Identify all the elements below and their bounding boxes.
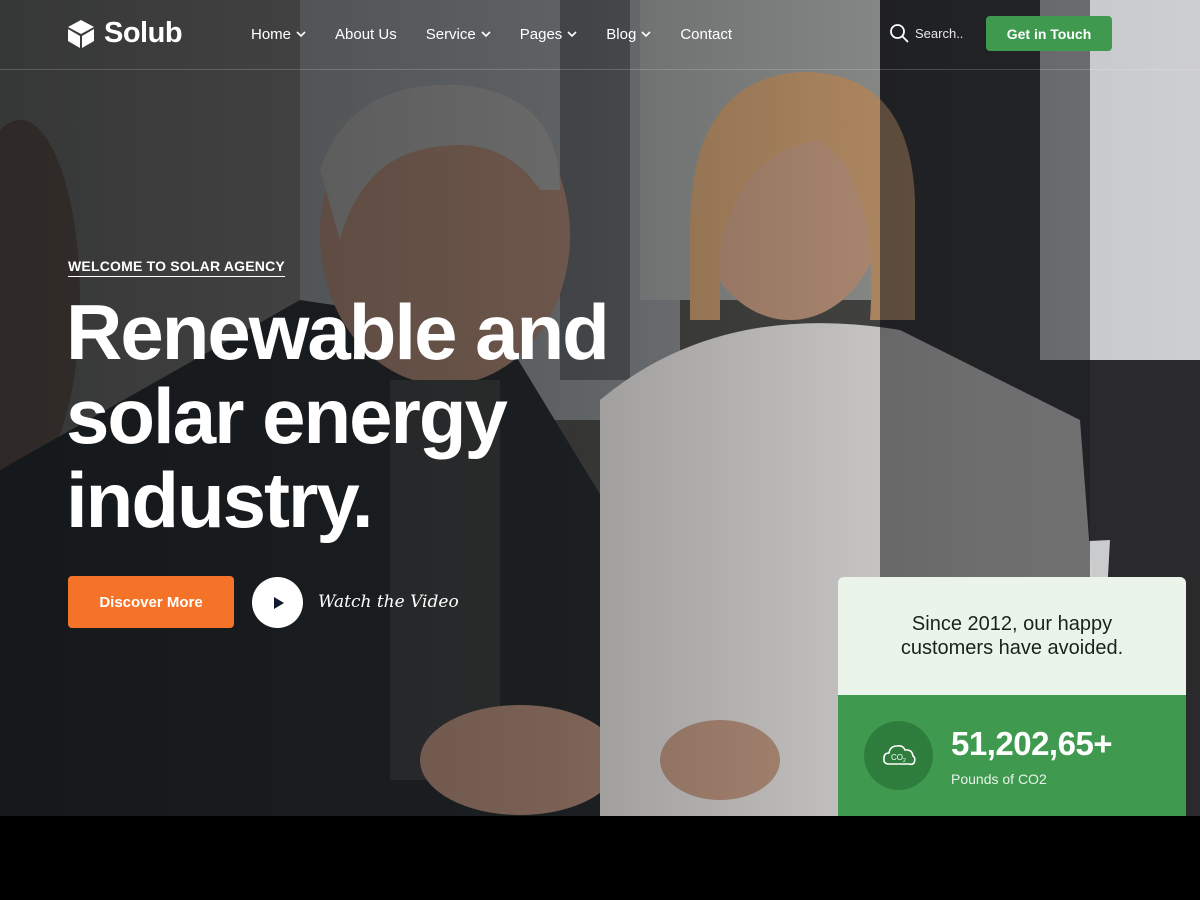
brand-logo[interactable]: Solub [67,17,183,50]
chevron-down-icon [567,31,577,38]
nav-item-label: Blog [606,25,637,43]
get-in-touch-button[interactable]: Get in Touch [986,16,1112,51]
nav-item-label: Contact [680,25,733,43]
hero-section: Solub Home About Us Service Pages Blog C… [0,0,1200,816]
header-search [889,23,975,43]
co2-cloud-icon: CO 2 [882,744,916,765]
hero-eyebrow: WELCOME TO SOLAR AGENCY [68,258,285,277]
stats-panel: CO 2 51,202,65+ Pounds of CO2 [838,695,1186,816]
nav-item-blog[interactable]: Blog [606,24,651,44]
co2-stats-card: Since 2012, our happy customers have avo… [838,577,1186,816]
play-icon [273,596,284,609]
stats-label: Pounds of CO2 [951,771,1047,787]
nav-item-service[interactable]: Service [426,24,491,44]
nav-item-about-us[interactable]: About Us [335,24,397,44]
nav-item-pages[interactable]: Pages [520,24,578,44]
stats-intro: Since 2012, our happy customers have avo… [838,577,1186,695]
nav-item-label: Service [425,25,476,43]
play-video-button[interactable] [252,577,303,628]
nav-item-label: Home [251,25,292,43]
chevron-down-icon [641,31,651,38]
cube-logo-icon [68,19,94,48]
svg-text:2: 2 [903,758,906,764]
site-header: Solub Home About Us Service Pages Blog C… [0,0,1200,70]
nav-item-label: Pages [519,25,563,43]
search-input[interactable] [915,25,975,41]
hero-headline: Renewable and solar energy industry. [66,288,610,544]
brand-name: Solub [104,17,183,49]
watch-video-link[interactable]: Watch the Video [318,592,459,612]
search-icon[interactable] [889,23,909,43]
discover-more-button[interactable]: Discover More [68,576,234,628]
chevron-down-icon [481,31,491,38]
svg-text:CO: CO [891,753,903,762]
chevron-down-icon [296,31,306,38]
stats-value: 51,202,65+ [951,725,1113,762]
main-nav: Home About Us Service Pages Blog Contact [251,24,761,44]
nav-item-home[interactable]: Home [251,24,306,44]
nav-item-contact[interactable]: Contact [680,24,732,44]
co2-badge: CO 2 [864,721,933,790]
nav-item-label: About Us [335,25,397,43]
